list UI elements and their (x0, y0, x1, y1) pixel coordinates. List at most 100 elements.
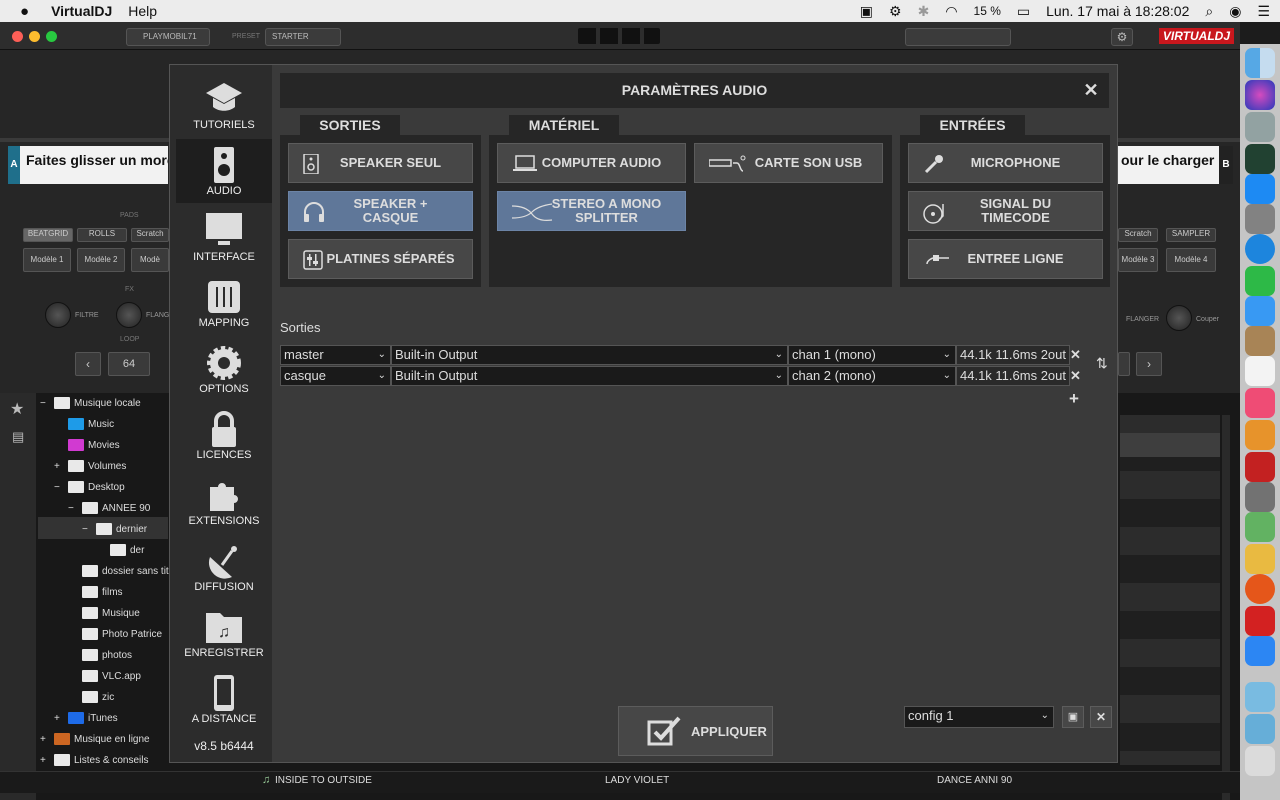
tree-item[interactable]: films (68, 583, 123, 601)
wifi-icon[interactable]: ◠ (945, 3, 957, 20)
pad-mode-beatgrid[interactable]: BEATGRID (23, 228, 73, 242)
mission-control-icon[interactable] (1245, 144, 1275, 174)
sidebar-item-extensions[interactable]: EXTENSIONS (176, 469, 272, 533)
save-config-icon[interactable]: ▣ (1062, 706, 1084, 728)
tree-item[interactable]: photos (68, 646, 132, 664)
remove-output-icon[interactable]: ✕ (1070, 347, 1081, 363)
scrollbar[interactable] (1222, 415, 1230, 800)
calendar-icon[interactable] (1245, 356, 1275, 386)
downloads-icon[interactable] (1245, 714, 1275, 744)
bottom-track-2[interactable]: LADY VIOLET (605, 775, 669, 786)
add-folder-icon[interactable]: ▤ (12, 429, 24, 445)
output-channel-select[interactable]: chan 1 (mono) ⌄ (788, 345, 956, 365)
messages-icon[interactable] (1245, 296, 1275, 326)
tree-item[interactable]: − dernier (82, 520, 147, 538)
minimize-window-icon[interactable] (29, 31, 40, 42)
tree-item[interactable]: zic (68, 688, 114, 706)
output-name-select[interactable]: casque ⌄ (280, 366, 391, 386)
battery-text[interactable]: 15 % (974, 4, 1001, 18)
output-device-select[interactable]: Built-in Output ⌄ (391, 345, 788, 365)
sidebar-item-audio[interactable]: AUDIO (176, 139, 272, 203)
tree-item[interactable]: − Musique locale (40, 394, 141, 412)
tree-item[interactable]: Musique (68, 604, 140, 622)
loop-prev-button[interactable]: ‹ (75, 352, 101, 376)
tree-item[interactable]: + iTunes (54, 709, 118, 727)
pad-model-3[interactable]: Modèle 3 (1118, 248, 1158, 272)
expand-icon[interactable]: + (40, 734, 50, 745)
sidebar-item-diffusion[interactable]: DIFFUSION (176, 535, 272, 599)
tree-item[interactable]: + Listes & conseils (40, 751, 148, 769)
folder-dock-icon[interactable] (1245, 682, 1275, 712)
speaker-casque-button[interactable]: SPEAKER + CASQUE (288, 191, 473, 231)
sidebar-item-options[interactable]: OPTIONS (176, 337, 272, 401)
config-select[interactable]: config 1 ⌄ (904, 706, 1054, 728)
tree-item[interactable]: − Desktop (54, 478, 125, 496)
expand-icon[interactable]: + (54, 461, 64, 472)
trash-icon[interactable] (1245, 746, 1275, 776)
stereo-mono-splitter-button[interactable]: STEREO A MONO SPLITTER (497, 191, 686, 231)
sidebar-item-interface[interactable]: INTERFACE (176, 205, 272, 269)
pad-mode-rolls[interactable]: ROLLS (77, 228, 127, 242)
close-window-icon[interactable] (12, 31, 23, 42)
vdj-dock-icon[interactable] (1245, 606, 1275, 636)
tree-item[interactable]: Photo Patrice (68, 625, 162, 643)
pad-mode-scratch-right[interactable]: Scratch (1118, 228, 1158, 242)
collapse-icon[interactable]: − (54, 482, 64, 493)
photos-icon[interactable] (1245, 544, 1275, 574)
menu-app-name[interactable]: VirtualDJ (51, 3, 112, 19)
bottom-track-3[interactable]: DANCE ANNI 90 (937, 775, 1012, 786)
maps-icon[interactable] (1245, 512, 1275, 542)
launchpad-icon[interactable] (1245, 112, 1275, 142)
close-icon[interactable]: ✕ (1081, 73, 1101, 108)
safari-icon[interactable] (1245, 234, 1275, 264)
flanger-knob-left[interactable] (116, 302, 142, 328)
system-preferences-icon[interactable] (1245, 482, 1275, 512)
favorites-star-icon[interactable]: ★ (10, 399, 24, 419)
settings-gear-icon[interactable]: ⚙ (1111, 28, 1133, 46)
pad-model-4[interactable]: Modèle 4 (1166, 248, 1216, 272)
add-output-icon[interactable]: + (1069, 389, 1079, 409)
volume-slider[interactable] (905, 28, 1011, 46)
photo-booth-icon[interactable] (1245, 452, 1275, 482)
pad-mode-sampler[interactable]: SAMPLER (1166, 228, 1216, 242)
collapse-icon[interactable]: − (40, 398, 50, 409)
layout-icon[interactable] (578, 28, 660, 44)
pad-model-2[interactable]: Modèle 2 (77, 248, 125, 272)
remove-output-icon[interactable]: ✕ (1070, 368, 1081, 384)
collapse-icon[interactable]: − (82, 524, 92, 535)
tree-item[interactable]: − ANNEE 90 (68, 499, 150, 517)
output-device-select[interactable]: Built-in Output ⌄ (391, 366, 788, 386)
tree-item[interactable]: VLC.app (68, 667, 141, 685)
cut-knob[interactable] (1166, 305, 1192, 331)
menu-help[interactable]: Help (128, 3, 157, 19)
facetime-icon[interactable] (1245, 266, 1275, 296)
user-button[interactable]: PLAYMOBIL71 (126, 28, 210, 46)
signal-timecode-button[interactable]: SIGNAL DU TIMECODE (908, 191, 1103, 231)
delete-config-icon[interactable]: ✕ (1090, 706, 1112, 728)
loop-size[interactable]: 64 (108, 352, 150, 376)
firefox-icon[interactable] (1245, 574, 1275, 604)
control-center-icon[interactable]: ☰ (1257, 3, 1270, 20)
platines-separes-button[interactable]: PLATINES SÉPARÉS (288, 239, 473, 279)
siri-icon[interactable]: ◉ (1229, 3, 1241, 20)
battery-icon[interactable]: ▭ (1017, 3, 1030, 20)
bluetooth-icon[interactable]: ✱ (918, 3, 930, 20)
sidebar-item-mapping[interactable]: MAPPING (176, 271, 272, 335)
zoom-icon[interactable] (1245, 636, 1275, 666)
collapse-icon[interactable]: − (68, 503, 78, 514)
deck-a-info[interactable]: A Faites glisser un morceau (8, 146, 168, 184)
loop-prev-right[interactable] (1118, 352, 1130, 376)
clock[interactable]: Lun. 17 mai à 18:28:02 (1046, 3, 1189, 19)
bottom-track-1[interactable]: INSIDE TO OUTSIDE (275, 775, 372, 786)
carte-son-usb-button[interactable]: CARTE SON USB (694, 143, 883, 183)
filter-knob[interactable] (45, 302, 71, 328)
music-icon[interactable] (1245, 388, 1275, 418)
tree-item[interactable]: Movies (54, 436, 120, 454)
siri-dock-icon[interactable] (1245, 80, 1275, 110)
finder-icon[interactable] (1245, 48, 1275, 78)
zoom-window-icon[interactable] (46, 31, 57, 42)
computer-audio-button[interactable]: COMPUTER AUDIO (497, 143, 686, 183)
preview-icon[interactable] (1245, 204, 1275, 234)
sidebar-item-enregistrer[interactable]: ♫ ENREGISTRER (176, 601, 272, 665)
pad-model-3-left[interactable]: Modè (131, 248, 169, 272)
